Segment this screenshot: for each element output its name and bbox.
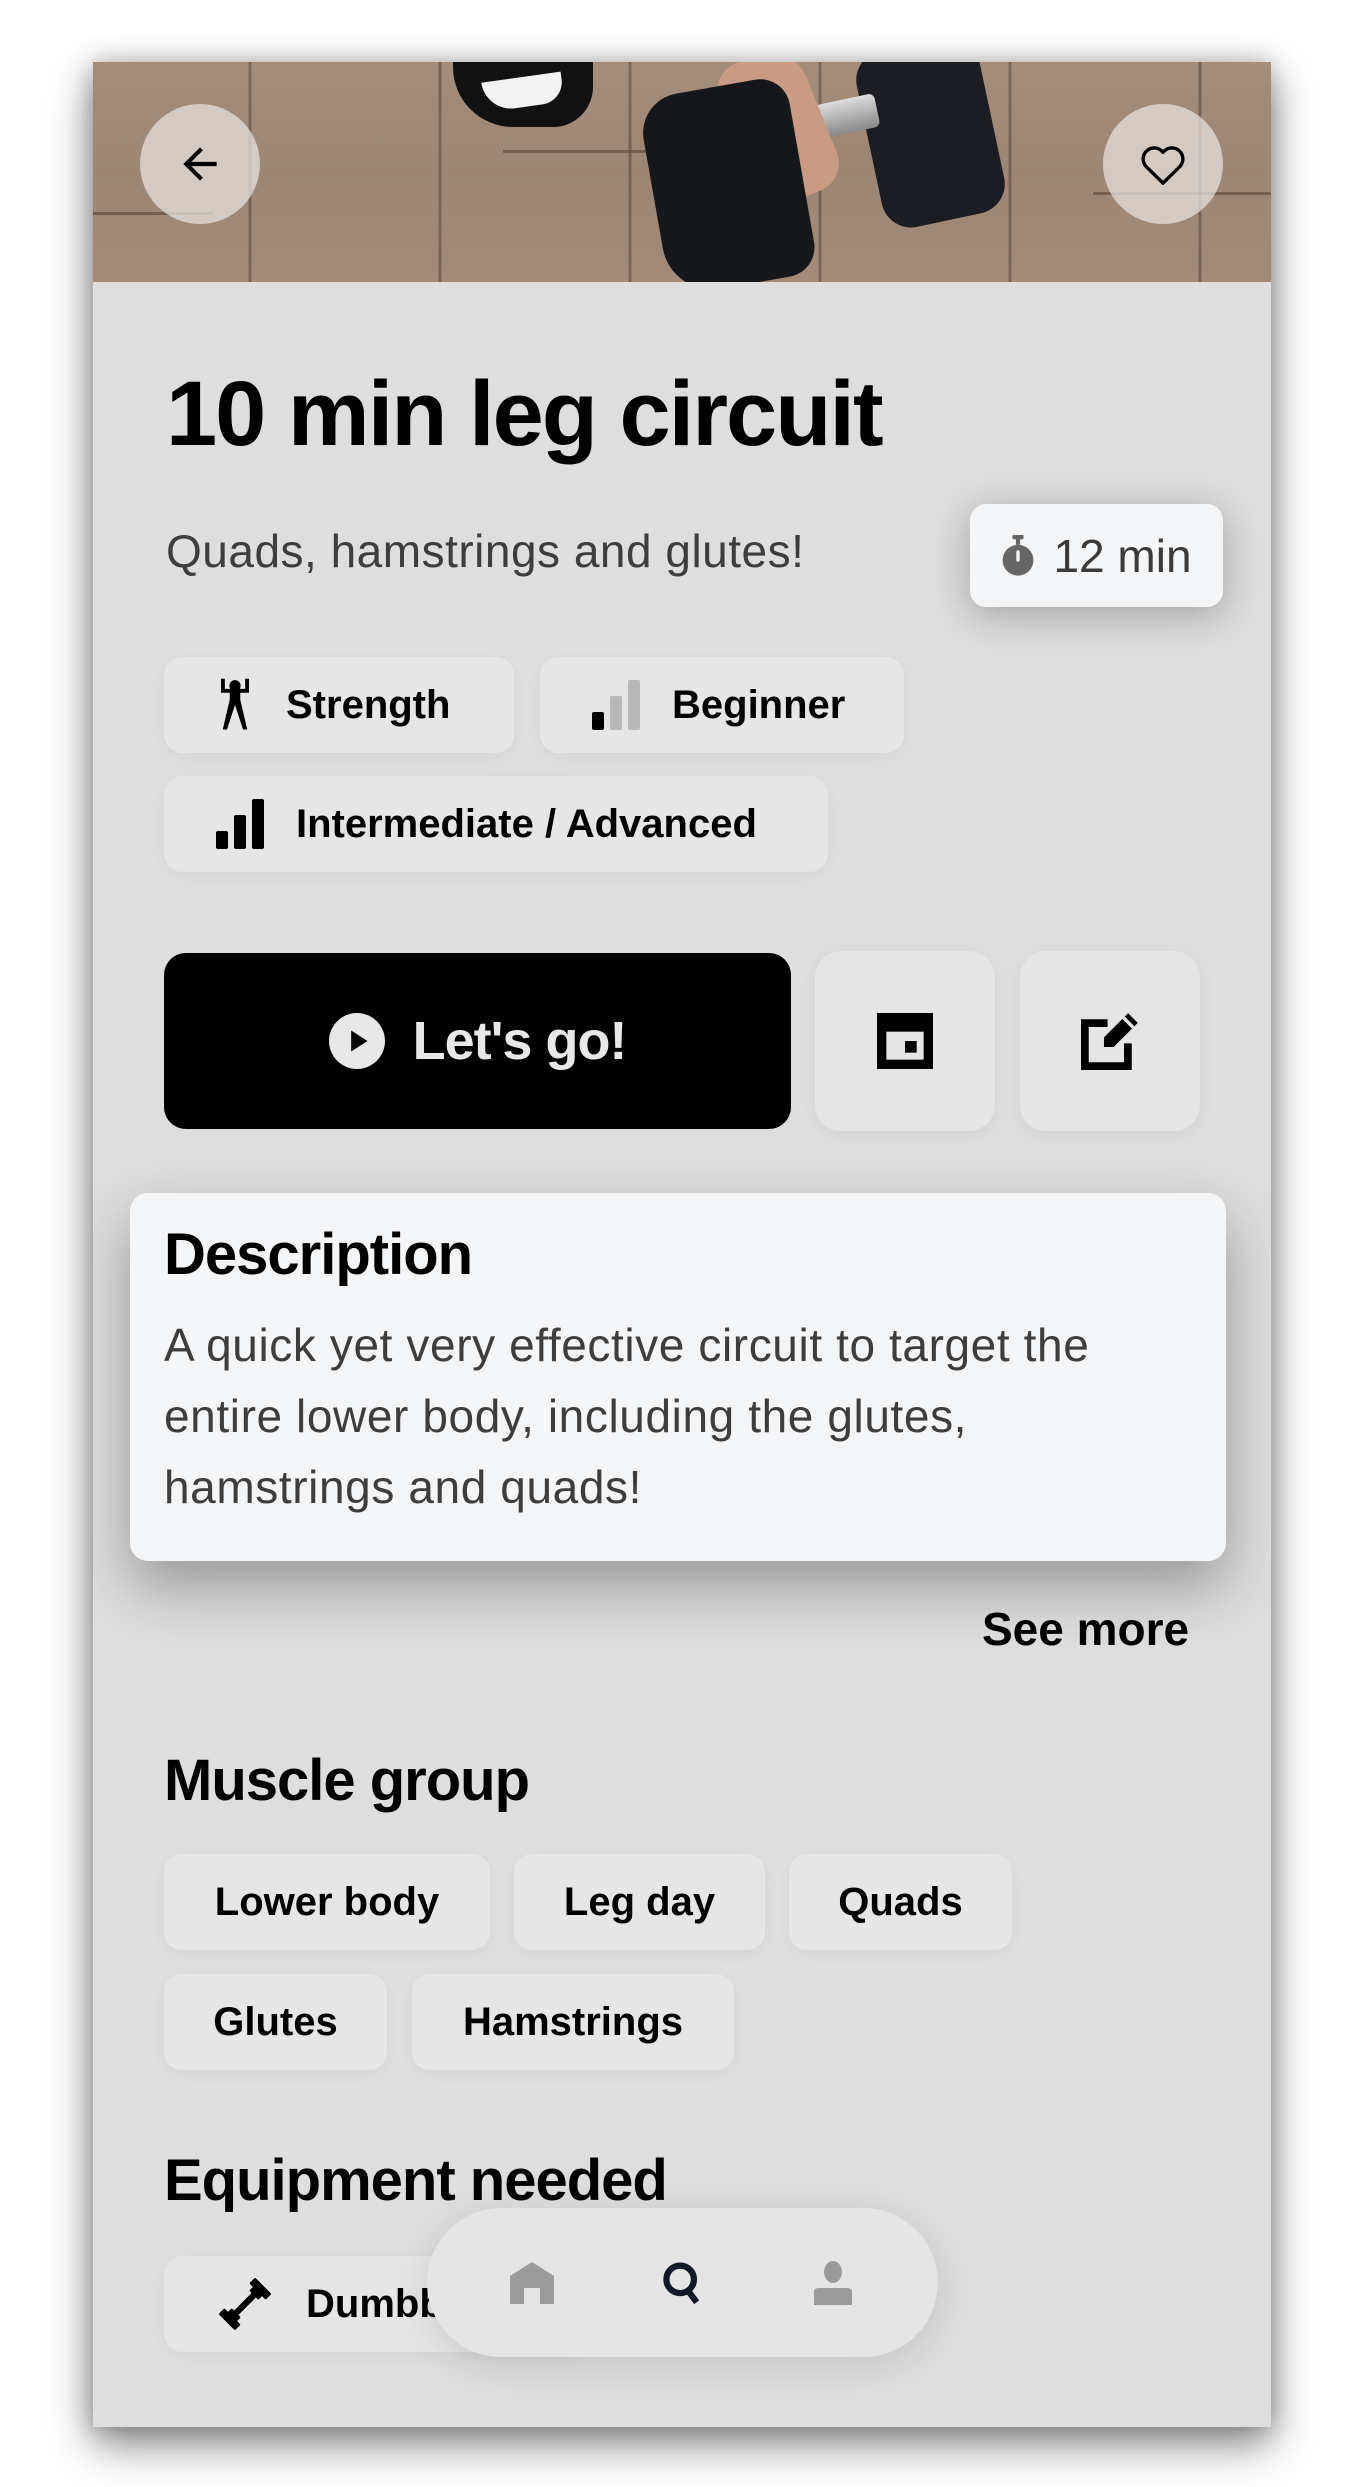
edit-button[interactable]: [1020, 951, 1200, 1131]
muscle-chip[interactable]: Lower body: [164, 1854, 490, 1950]
muscle-chip-label: Quads: [838, 1879, 963, 1924]
hero-image: [93, 62, 1271, 282]
calendar-event-icon: [877, 1013, 933, 1069]
see-more-link[interactable]: See more: [982, 1602, 1189, 1656]
start-workout-button[interactable]: Let's go!: [164, 953, 791, 1129]
duration-badge: 12 min: [970, 504, 1223, 607]
signal-bars-full-icon: [216, 799, 264, 849]
workout-detail-screen: 10 min leg circuit Quads, hamstrings and…: [93, 62, 1271, 2427]
duration-text: 12 min: [1053, 529, 1192, 582]
schedule-button[interactable]: [815, 951, 995, 1131]
muscle-chip[interactable]: Glutes: [164, 1974, 387, 2070]
play-circle-icon: [328, 1013, 385, 1069]
nav-home[interactable]: [487, 2238, 577, 2328]
muscle-chip-label: Glutes: [213, 1999, 338, 2044]
bottom-nav: [427, 2208, 938, 2357]
profile-icon: [813, 2260, 852, 2305]
equipment-heading: Equipment needed: [164, 2148, 668, 2213]
arrow-left-icon: [183, 147, 217, 181]
muscle-chip-label: Leg day: [563, 1879, 716, 1924]
tag-intermediate-advanced[interactable]: Intermediate / Advanced: [164, 776, 828, 872]
edit-icon: [1081, 1013, 1138, 1070]
muscle-chip-label: Hamstrings: [462, 1999, 684, 2044]
description-text: A quick yet very effective circuit to ta…: [164, 1319, 1090, 1513]
stopwatch-icon: [1003, 534, 1034, 576]
favorite-button[interactable]: [1103, 104, 1223, 224]
sneaker-graphic: [453, 62, 593, 127]
nav-profile[interactable]: [788, 2238, 878, 2328]
muscle-group-heading: Muscle group: [164, 1748, 530, 1813]
strength-figure-icon: [221, 678, 249, 730]
dumbbell-graphic: [850, 62, 1011, 234]
description-heading: Description: [164, 1222, 473, 1287]
muscle-chip[interactable]: Leg day: [514, 1854, 765, 1950]
nav-search[interactable]: [637, 2238, 727, 2328]
tag-beginner[interactable]: Beginner: [540, 657, 904, 753]
search-icon: [663, 2261, 700, 2304]
signal-bars-low-icon: [592, 680, 640, 730]
workout-subtitle: Quads, hamstrings and glutes!: [166, 525, 805, 577]
tag-label: Intermediate / Advanced: [296, 801, 757, 846]
tag-strength[interactable]: Strength: [164, 657, 514, 753]
back-button[interactable]: [140, 104, 260, 224]
workout-title: 10 min leg circuit: [166, 363, 884, 465]
dumbbell-icon: [219, 2278, 271, 2330]
start-workout-label: Let's go!: [412, 1011, 628, 1071]
muscle-chip[interactable]: Quads: [789, 1854, 1012, 1950]
tag-label: Beginner: [672, 682, 846, 727]
heart-outline-icon: [1141, 146, 1185, 185]
muscle-chip[interactable]: Hamstrings: [412, 1974, 734, 2070]
muscle-chip-label: Lower body: [214, 1879, 440, 1924]
home-icon: [510, 2261, 555, 2304]
tag-label: Strength: [286, 682, 451, 727]
description-card: Description A quick yet very effective c…: [130, 1193, 1226, 1561]
